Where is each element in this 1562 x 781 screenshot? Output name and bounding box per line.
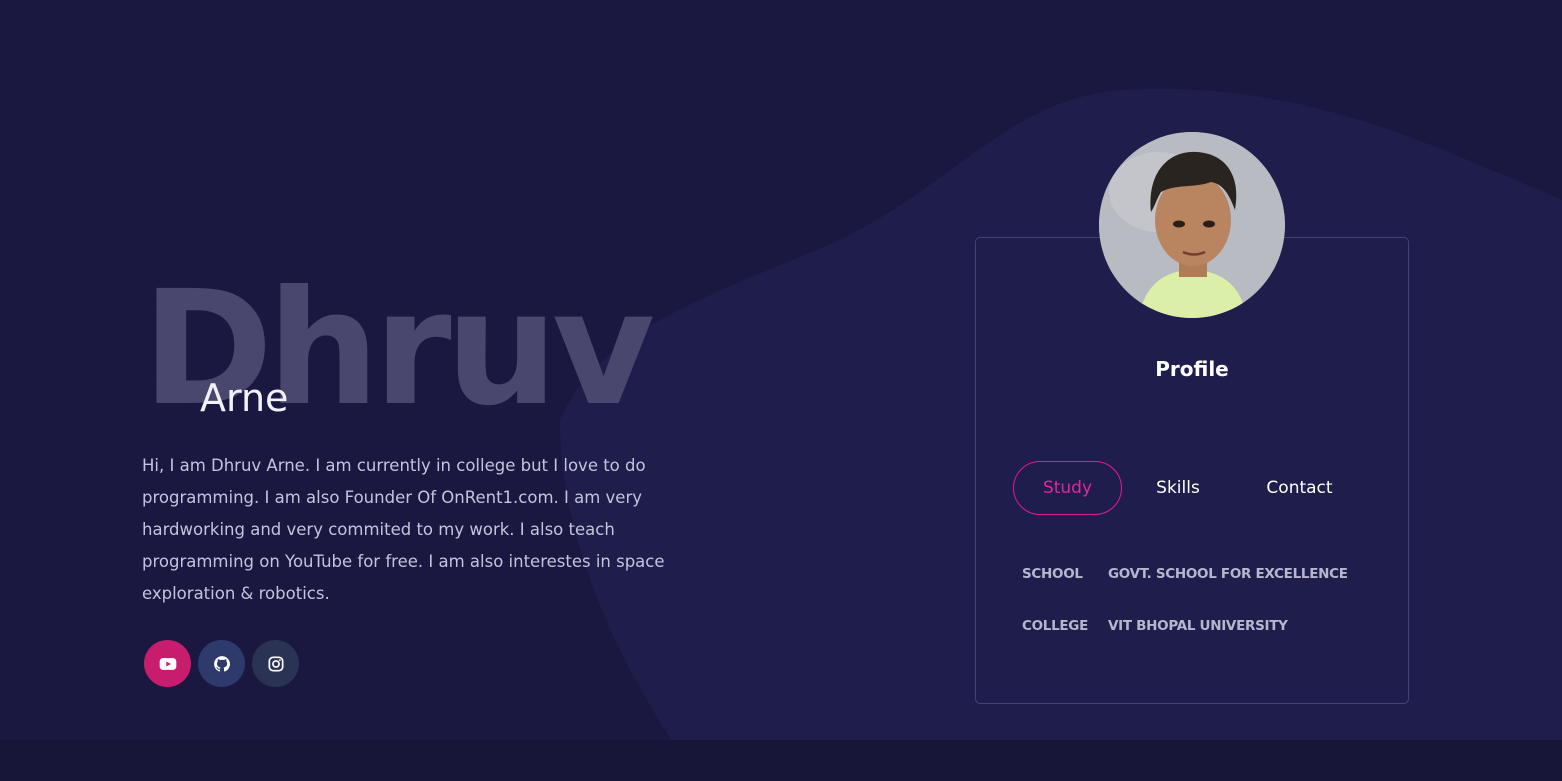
github-button[interactable] (198, 640, 245, 687)
instagram-icon (268, 656, 283, 671)
instagram-button[interactable] (252, 640, 299, 687)
study-row-key: SCHOOL (1022, 566, 1083, 582)
study-row-value: GOVT. SCHOOL FOR EXCELLENCE (1108, 566, 1348, 582)
github-icon (213, 655, 230, 672)
youtube-icon (159, 657, 176, 670)
study-row-key: COLLEGE (1022, 618, 1089, 634)
tab-contact[interactable]: Contact (1248, 461, 1351, 515)
youtube-button[interactable] (144, 640, 191, 687)
profile-title: Profile (1155, 357, 1229, 381)
tab-study[interactable]: Study (1013, 461, 1122, 515)
tab-skills[interactable]: Skills (1140, 461, 1216, 515)
profile-avatar (1099, 132, 1285, 318)
hero-last-name: Arne (200, 376, 289, 420)
social-links (144, 640, 299, 687)
hero-bio: Hi, I am Dhruv Arne. I am currently in c… (142, 456, 665, 603)
study-row-value: VIT BHOPAL UNIVERSITY (1108, 618, 1288, 634)
